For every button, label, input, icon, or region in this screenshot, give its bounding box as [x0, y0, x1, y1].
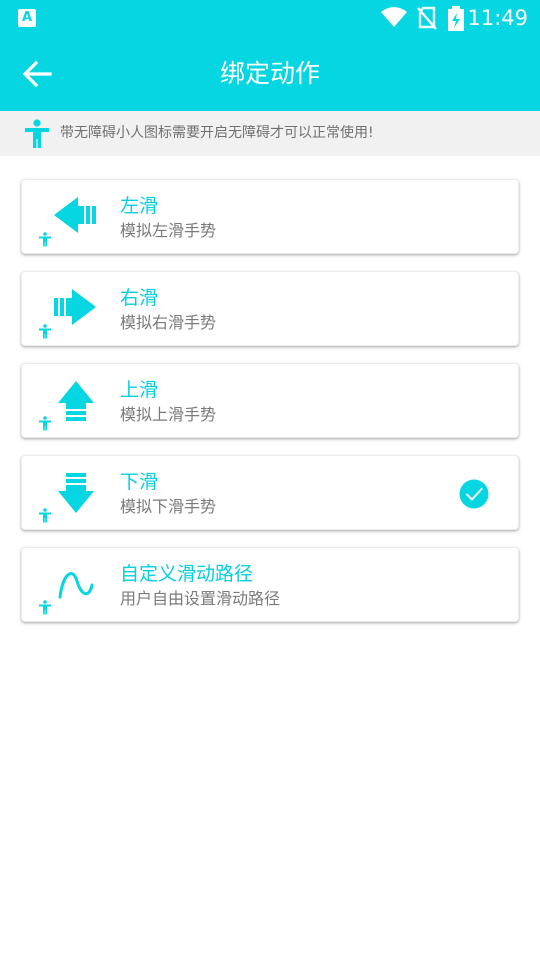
action-card-swipe-up[interactable]: 上滑 模拟上滑手势	[21, 363, 519, 438]
action-card-custom-path[interactable]: 自定义滑动路径 用户自由设置滑动路径	[21, 547, 519, 622]
app-bar: 绑定动作	[0, 36, 540, 111]
action-subtitle: 模拟上滑手势	[120, 405, 217, 424]
action-title: 上滑	[120, 379, 159, 401]
battery-charging-icon	[448, 6, 464, 31]
action-subtitle: 模拟左滑手势	[120, 221, 217, 240]
notice-text: 带无障碍小人图标需要开启无障碍才可以正常使用!	[60, 125, 374, 141]
action-title: 自定义滑动路径	[120, 563, 254, 585]
page-title: 绑定动作	[219, 59, 320, 88]
action-subtitle: 模拟下滑手势	[120, 497, 217, 516]
accessibility-notice: 带无障碍小人图标需要开启无障碍才可以正常使用!	[0, 111, 540, 156]
swipe-right-icon	[54, 289, 96, 325]
action-card-swipe-down[interactable]: 下滑 模拟下滑手势	[21, 455, 519, 530]
swipe-down-icon	[58, 473, 94, 513]
action-subtitle: 用户自由设置滑动路径	[120, 589, 281, 608]
action-card-swipe-left[interactable]: 左滑 模拟左滑手势	[21, 179, 519, 254]
accessibility-icon	[25, 119, 49, 148]
no-sim-icon	[417, 6, 437, 30]
status-bar: A 11:49	[0, 0, 540, 36]
accessibility-small-icon	[39, 416, 51, 431]
swipe-up-icon	[58, 381, 94, 421]
action-card-swipe-right[interactable]: 右滑 模拟右滑手势	[21, 271, 519, 346]
action-subtitle: 模拟右滑手势	[120, 313, 217, 332]
action-title: 下滑	[120, 471, 159, 493]
accessibility-small-icon	[39, 324, 51, 339]
accessibility-small-icon	[39, 508, 51, 523]
accessibility-small-icon	[39, 600, 51, 615]
accessibility-small-icon	[39, 232, 51, 247]
action-title: 右滑	[120, 287, 159, 309]
app-notification-icon: A	[18, 9, 36, 27]
custom-path-icon	[58, 572, 94, 599]
swipe-left-icon	[54, 197, 96, 233]
action-title: 左滑	[120, 195, 159, 217]
clock: 11:49	[467, 6, 528, 30]
wifi-icon	[381, 7, 407, 27]
check-icon	[459, 479, 489, 509]
